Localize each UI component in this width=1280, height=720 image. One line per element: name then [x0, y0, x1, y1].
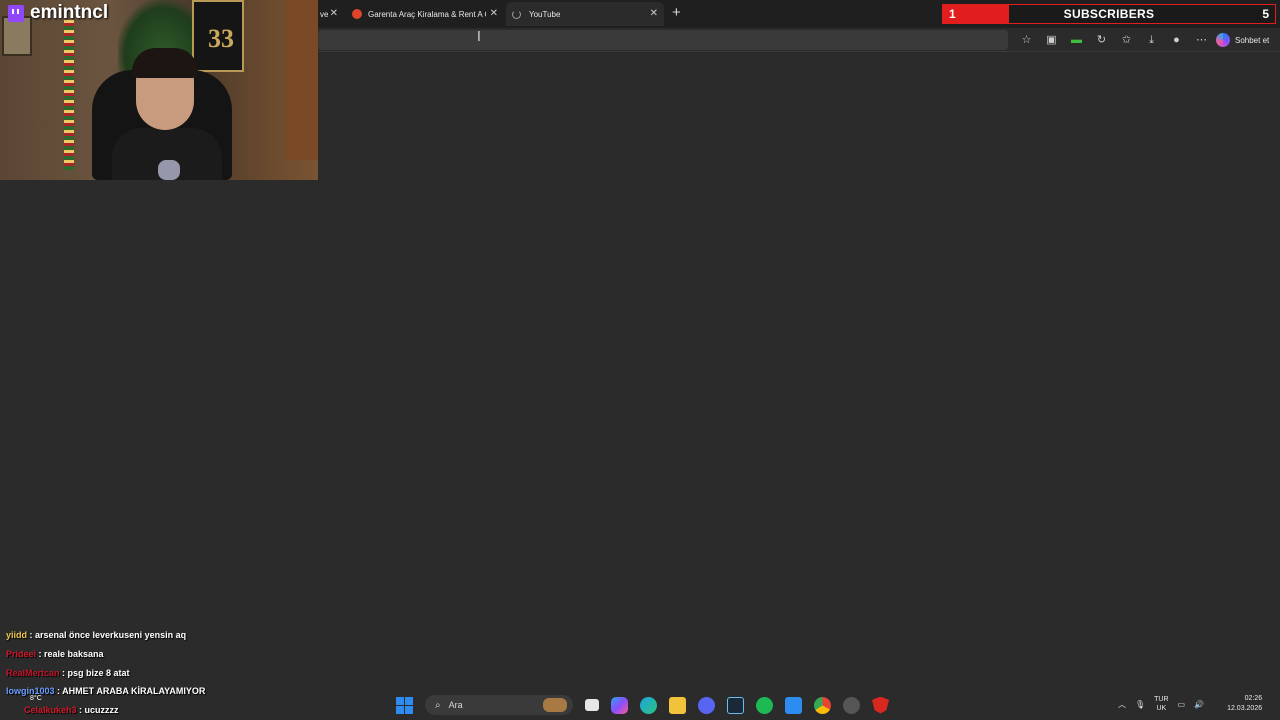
jersey-number: 33: [208, 24, 234, 53]
subscriber-goal-bar: 1 SUBSCRIBERS 5: [942, 4, 1276, 24]
copilot-chat-button[interactable]: Sohbet et: [1216, 33, 1269, 47]
streamer-hair: [132, 48, 198, 78]
spotify-icon[interactable]: [756, 696, 773, 714]
chat-text: : reale baksana: [36, 649, 104, 659]
favorites-icon[interactable]: ✩: [1118, 32, 1135, 48]
display-icon[interactable]: ▭: [1178, 700, 1186, 709]
microphone: [158, 160, 180, 180]
streamer-name-badge: emintncl: [8, 2, 108, 24]
close-icon[interactable]: ✕: [330, 8, 338, 20]
chat-label: Sohbet et: [1235, 35, 1270, 45]
loading-spinner-icon: [512, 9, 521, 19]
streamer-name: emintncl: [30, 2, 109, 23]
chat-text: : psg bize 8 atat: [59, 668, 130, 678]
browser-tab-garenta[interactable]: Garenta Araç Kiralama & Rent A C ✕: [346, 2, 504, 26]
chat-username: yiidd: [6, 630, 28, 640]
chat-message: Prideei : reale baksana: [6, 649, 104, 659]
search-placeholder: Ara: [448, 700, 463, 710]
extension-icon[interactable]: ▣: [1043, 32, 1060, 48]
text-cursor-icon: I: [477, 30, 481, 45]
copilot-icon[interactable]: [611, 696, 628, 714]
file-explorer-icon[interactable]: [669, 696, 686, 714]
toolbar-icons: ☆ ▣ ▬ ↻ ✩ ⤓ ● ⋯: [1018, 32, 1210, 48]
language-code: TUR: [1154, 696, 1169, 703]
chevron-up-icon[interactable]: ︿: [1118, 699, 1126, 710]
keyboard-layout: UK: [1156, 705, 1167, 712]
subscriber-goal: 5: [1262, 7, 1269, 21]
clock-date: 12.03.2026: [1227, 705, 1263, 712]
close-icon[interactable]: ✕: [650, 8, 658, 20]
clock-time: 02:26: [1244, 695, 1263, 702]
edge-icon[interactable]: [640, 696, 657, 714]
garenta-favicon-icon: [352, 9, 362, 19]
copilot-icon: [1216, 33, 1230, 47]
profile-icon[interactable]: ●: [1168, 32, 1185, 48]
tab-label: ve: [320, 9, 329, 19]
chat-text: : arsenal önce leverkuseni yensin aq: [27, 630, 187, 640]
close-icon[interactable]: ✕: [490, 8, 498, 20]
discord-icon[interactable]: [698, 696, 715, 714]
search-highlight-icon: [543, 698, 567, 712]
chat-username: Prideei: [6, 649, 37, 659]
windows-start-icon[interactable]: [396, 696, 413, 714]
chat-message: yiidd : arsenal önce leverkuseni yensin …: [6, 630, 186, 640]
chat-message: RealMertcan : psg bize 8 atat: [6, 668, 130, 678]
chat-username: RealMertcan: [6, 668, 60, 678]
new-tab-button[interactable]: +: [672, 5, 681, 21]
christmas-lights: [64, 20, 74, 170]
clock[interactable]: 02:26 12.03.2026: [1227, 694, 1262, 714]
system-tray: ︿ 🎙 TUR UK ▭ 🔊 02:26 12.03.2026: [1118, 694, 1262, 714]
taskbar-search[interactable]: ⌕ Ara: [425, 695, 573, 715]
task-view-icon[interactable]: [585, 699, 599, 711]
browser-tab-youtube[interactable]: YouTube ✕: [506, 2, 664, 26]
subscriber-label: SUBSCRIBERS: [1063, 7, 1155, 21]
webcam-overlay: 33 emintncl: [0, 0, 318, 180]
download-icon[interactable]: ⤓: [1143, 32, 1160, 48]
framed-jersey: 33: [192, 0, 244, 72]
settings-icon[interactable]: [843, 696, 860, 714]
address-bar[interactable]: [318, 30, 1008, 50]
language-indicator[interactable]: TUR UK: [1154, 695, 1168, 713]
tab-label: YouTube: [529, 9, 561, 19]
twitch-icon: [8, 4, 24, 22]
desktop-screen: ve ✕ Garenta Araç Kiralama & Rent A C ✕ …: [0, 0, 1280, 720]
tab-label: Garenta Araç Kiralama & Rent A C: [368, 9, 486, 19]
steam-icon[interactable]: [727, 696, 744, 714]
door: [286, 0, 318, 160]
battery-icon[interactable]: ▬: [1068, 32, 1085, 48]
subscriber-count: 1: [949, 7, 956, 21]
star-icon[interactable]: ☆: [1018, 32, 1035, 48]
microphone-icon[interactable]: 🎙: [1135, 700, 1145, 709]
refresh-icon[interactable]: ↻: [1093, 32, 1110, 48]
chrome-icon[interactable]: [814, 696, 831, 714]
taskbar-apps: ⌕ Ara: [396, 694, 889, 716]
more-icon[interactable]: ⋯: [1193, 32, 1210, 48]
browser-tab-partial[interactable]: ve ✕: [314, 2, 344, 26]
store-icon[interactable]: [785, 696, 802, 714]
volume-icon[interactable]: 🔊: [1194, 700, 1204, 709]
shield-icon[interactable]: [872, 696, 889, 714]
search-icon: ⌕: [435, 699, 441, 711]
